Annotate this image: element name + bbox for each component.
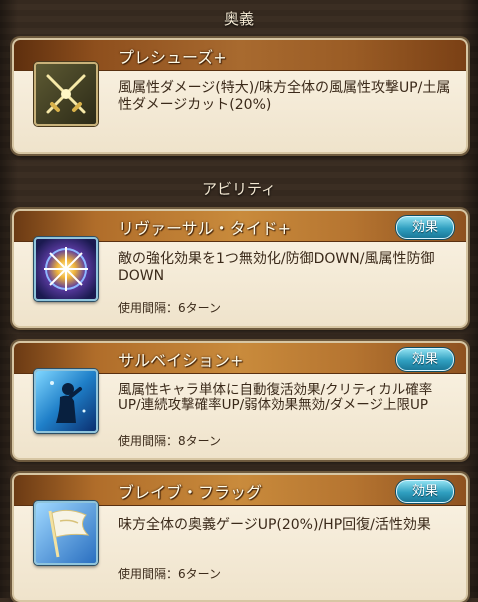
ability-section-header: アビリティ bbox=[0, 178, 478, 200]
ability-cooldown: 使用間隔：8ターン bbox=[118, 434, 222, 448]
effect-button[interactable]: 効果 bbox=[396, 480, 454, 503]
ability-description: 味方全体の奥義ゲージUP(20%)/HP回復/活性効果 bbox=[118, 517, 431, 533]
flag-icon bbox=[34, 501, 98, 565]
ougi-section-title: 奥義 bbox=[223, 10, 254, 28]
ability-card[interactable]: サルベイション+ 効果 風属性キャラ単体に自動復活効果/クリティカル確率UP/連… bbox=[12, 341, 468, 460]
swirl-burst-icon bbox=[34, 237, 98, 301]
ability-section-title: アビリティ bbox=[201, 180, 277, 198]
ability-cooldown: 使用間隔：6ターン bbox=[118, 567, 222, 581]
ougi-description: 風属性ダメージ(特大)/味方全体の風属性攻撃UP/土属性ダメージカット(20%) bbox=[118, 80, 451, 113]
ability-name: サルベイション+ bbox=[118, 351, 244, 370]
effect-button[interactable]: 効果 bbox=[396, 348, 454, 371]
ougi-card: プレシューズ+ 風属性ダメージ(特大)/味方全体の風属性攻撃UP/土属性ダメージ… bbox=[12, 38, 468, 154]
ability-name: ブレイブ・フラッグ bbox=[118, 483, 263, 502]
ougi-name: プレシューズ+ bbox=[118, 48, 227, 67]
ability-card[interactable]: リヴァーサル・タイド+ 効果 敵の強化効果を1つ無効化/防御DOWN/風属性防御 bbox=[12, 209, 468, 328]
ability-cooldown: 使用間隔：6ターン bbox=[118, 301, 222, 315]
ability-card[interactable]: ブレイブ・フラッグ 効果 味方全体の奥義ゲージUP(20%)/HP回復/活性効果… bbox=[12, 473, 468, 602]
praying-figure-icon bbox=[34, 369, 98, 433]
effect-button[interactable]: 効果 bbox=[396, 216, 454, 239]
crossed-swords-icon bbox=[34, 62, 98, 126]
ougi-section-header: 奥義 bbox=[0, 8, 478, 30]
ability-name: リヴァーサル・タイド+ bbox=[118, 219, 292, 238]
ability-description: 敵の強化効果を1つ無効化/防御DOWN/風属性防御DOWN bbox=[118, 251, 435, 284]
ability-description: 風属性キャラ単体に自動復活効果/クリティカル確率UP/連続攻撃確率UP/弱体効果… bbox=[118, 382, 433, 413]
